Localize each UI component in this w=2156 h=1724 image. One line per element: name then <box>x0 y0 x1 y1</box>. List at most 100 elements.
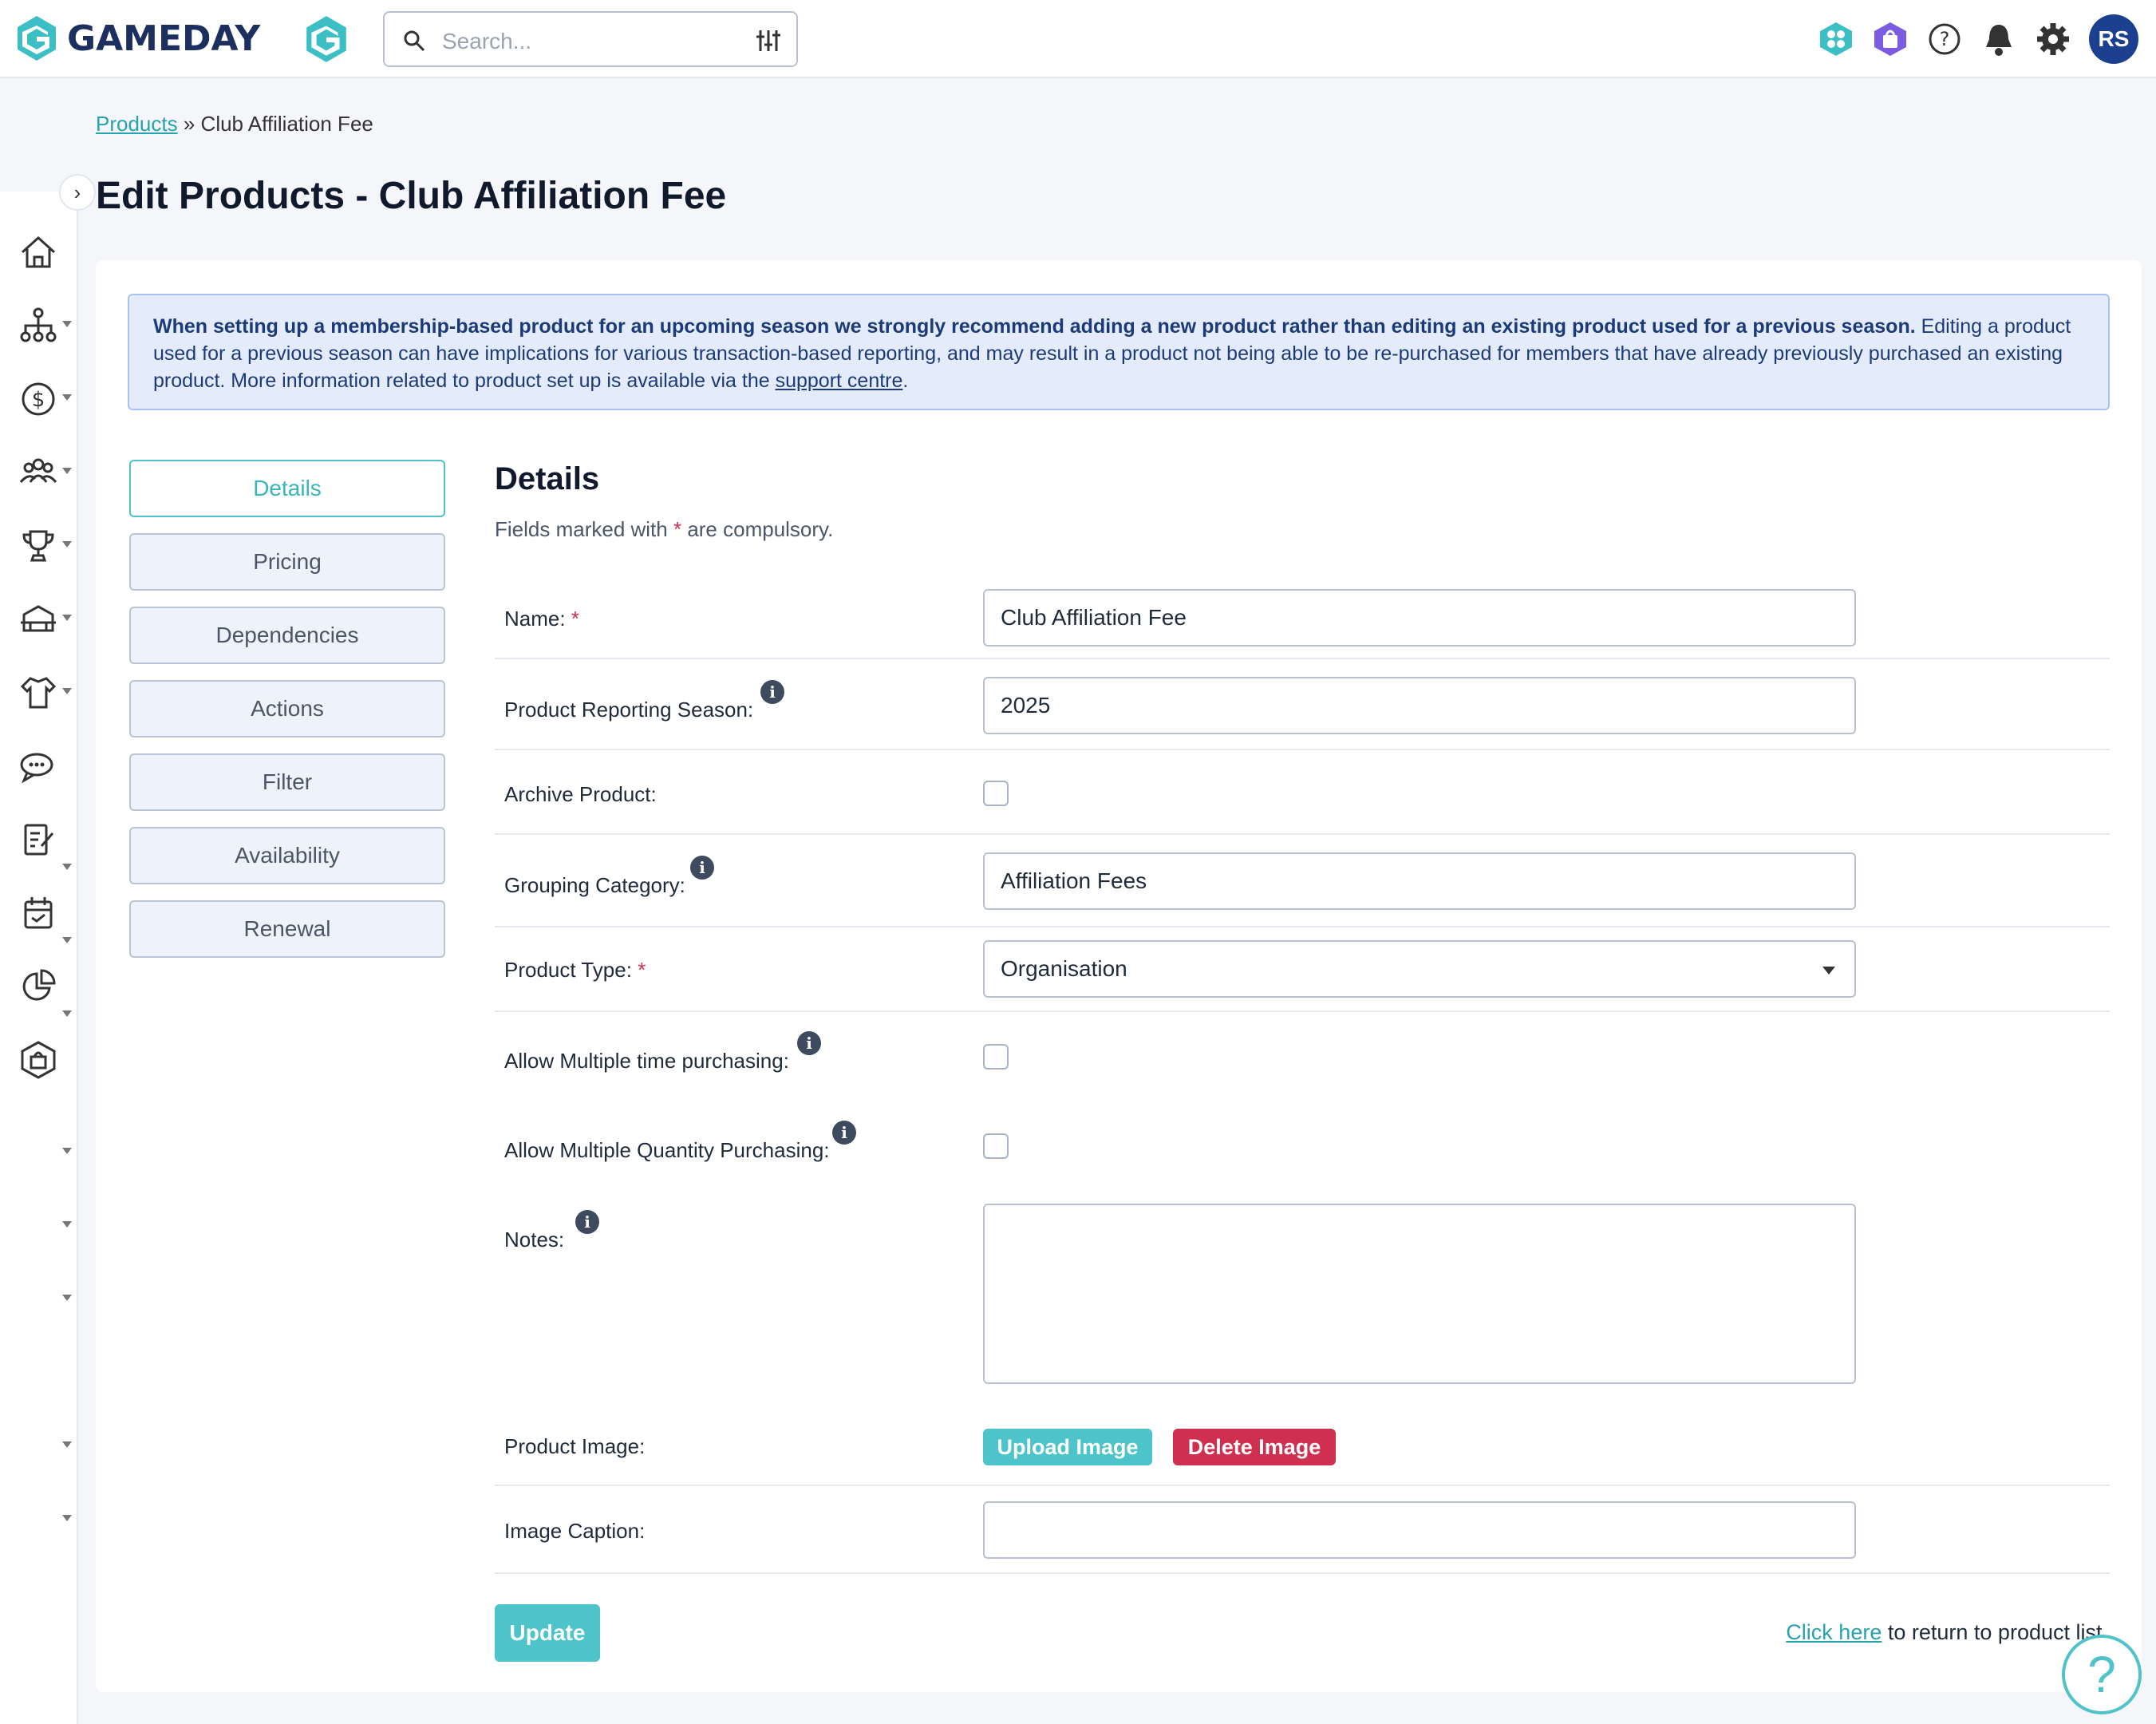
svg-text:$: $ <box>32 388 45 412</box>
sidebar-item-communications[interactable] <box>0 733 78 797</box>
avatar[interactable]: RS <box>2089 14 2138 64</box>
type-label: Product Type: * <box>504 958 646 983</box>
venue-icon <box>21 605 56 632</box>
upload-image-button[interactable]: Upload Image <box>983 1429 1152 1465</box>
top-bar: GAMEDAY Search... ? RS <box>0 0 2156 78</box>
row-archive <box>495 750 2110 835</box>
gameday-g-icon[interactable] <box>302 14 351 64</box>
people-group-icon <box>19 458 57 483</box>
info-icon[interactable]: i <box>797 1031 821 1055</box>
top-icons: ? RS <box>1818 14 2138 64</box>
return-to-list: Click here to return to product list. <box>1786 1620 2108 1645</box>
bell-icon[interactable] <box>1980 21 2017 57</box>
sidebar-item-uniforms[interactable] <box>0 659 78 723</box>
product-type-select[interactable]: Organisation <box>983 940 1856 998</box>
info-icon[interactable]: i <box>690 856 714 880</box>
notes-label: Notes: <box>504 1228 565 1251</box>
info-alert: When setting up a membership-based produ… <box>128 294 2110 410</box>
multi-time-checkbox[interactable] <box>983 1044 1009 1070</box>
chevron-down-icon <box>62 321 72 327</box>
tab-filter[interactable]: Filter <box>129 753 445 811</box>
required-asterisk: * <box>638 958 646 982</box>
gear-icon[interactable] <box>2035 21 2071 57</box>
image-label: Product Image: <box>504 1434 646 1458</box>
tab-details[interactable]: Details <box>129 460 445 517</box>
chevron-down-icon <box>62 864 72 870</box>
section-subtitle: Fields marked with * are compulsory. <box>495 517 833 542</box>
return-link[interactable]: Click here <box>1786 1620 1882 1644</box>
tab-renewal[interactable]: Renewal <box>129 900 445 958</box>
archive-checkbox[interactable] <box>983 781 1009 806</box>
type-label-text: Product Type: <box>504 958 632 982</box>
gameday-logo[interactable]: GAMEDAY <box>14 14 260 62</box>
support-centre-link[interactable]: support centre <box>776 370 903 392</box>
sidebar-item-forms[interactable] <box>0 806 78 870</box>
update-button[interactable]: Update <box>495 1604 600 1662</box>
subtitle-pre: Fields marked with <box>495 517 673 541</box>
sidebar-collapse-button[interactable]: › <box>59 174 96 211</box>
chevron-down-icon[interactable] <box>62 1441 72 1448</box>
name-label-text: Name: <box>504 607 566 631</box>
sidebar-item-clubs[interactable] <box>0 586 78 650</box>
sidebar-item-competitions[interactable] <box>0 512 78 576</box>
info-icon[interactable]: i <box>760 680 784 704</box>
breadcrumb-current: Club Affiliation Fee <box>200 112 373 136</box>
chevron-down-icon <box>62 394 72 401</box>
name-field[interactable]: Club Affiliation Fee <box>983 589 1856 646</box>
shop-bag-icon <box>21 1041 56 1079</box>
form-edit-icon <box>24 824 54 856</box>
season-field[interactable]: 2025 <box>983 677 1856 734</box>
filter-sliders-icon[interactable] <box>755 27 782 54</box>
sidebar-item-organisation[interactable] <box>0 292 78 356</box>
image-caption-field[interactable] <box>983 1501 1856 1559</box>
delete-image-button[interactable]: Delete Image <box>1173 1429 1336 1465</box>
chevron-down-icon <box>62 688 72 694</box>
search-bar[interactable]: Search... <box>383 11 798 67</box>
sidebar-item-members[interactable] <box>0 439 78 503</box>
required-asterisk: * <box>673 517 682 541</box>
chevron-down-icon <box>62 615 72 621</box>
jersey-icon <box>20 677 57 709</box>
tab-availability[interactable]: Availability <box>129 827 445 884</box>
grouping-field[interactable]: Affiliation Fees <box>983 852 1856 910</box>
info-icon[interactable]: i <box>575 1210 599 1234</box>
shop-hex-icon[interactable] <box>1872 21 1909 57</box>
breadcrumb-products-link[interactable]: Products <box>96 112 178 136</box>
pie-chart-icon <box>22 969 56 1001</box>
chevron-down-icon <box>1822 967 1835 975</box>
tab-pricing[interactable]: Pricing <box>129 533 445 591</box>
section-title: Details <box>495 461 600 496</box>
name-label: Name: * <box>504 607 579 631</box>
grouping-label: Grouping Category: <box>504 873 685 897</box>
sidebar-item-calendar[interactable] <box>0 880 78 943</box>
dollar-icon: $ <box>22 382 55 416</box>
sidebar-item-shop[interactable] <box>0 1026 78 1090</box>
info-icon[interactable]: i <box>832 1121 856 1145</box>
sidebar-item-reports[interactable] <box>0 953 78 1017</box>
trophy-icon <box>22 530 54 562</box>
chevron-down-icon[interactable] <box>62 1515 72 1521</box>
svg-text:?: ? <box>1940 28 1950 50</box>
notes-textarea[interactable] <box>983 1204 1856 1384</box>
search-input[interactable]: Search... <box>442 29 531 54</box>
help-fab-button[interactable]: ? <box>2062 1635 2142 1714</box>
breadcrumb-separator: » <box>183 112 195 136</box>
multi-qty-label: Allow Multiple Quantity Purchasing: <box>504 1138 830 1162</box>
tab-actions[interactable]: Actions <box>129 680 445 737</box>
product-type-value: Organisation <box>1001 956 1127 981</box>
chevron-down-icon <box>62 468 72 474</box>
apps-hex-icon[interactable] <box>1818 21 1854 57</box>
tab-dependencies[interactable]: Dependencies <box>129 607 445 664</box>
chevron-down-icon[interactable] <box>62 1148 72 1154</box>
caption-label: Image Caption: <box>504 1519 646 1543</box>
sidebar-item-home[interactable] <box>0 219 78 283</box>
chevron-down-icon[interactable] <box>62 1221 72 1228</box>
gameday-logo-icon <box>18 16 56 61</box>
return-text: to return to product list. <box>1882 1620 2108 1644</box>
sidebar-item-finance[interactable]: $ <box>0 366 78 429</box>
multi-qty-checkbox[interactable] <box>983 1133 1009 1159</box>
brand-name: GAMEDAY <box>67 18 261 59</box>
chevron-down-icon[interactable] <box>62 1295 72 1301</box>
hierarchy-icon <box>20 307 57 342</box>
help-circle-icon[interactable]: ? <box>1926 21 1963 57</box>
